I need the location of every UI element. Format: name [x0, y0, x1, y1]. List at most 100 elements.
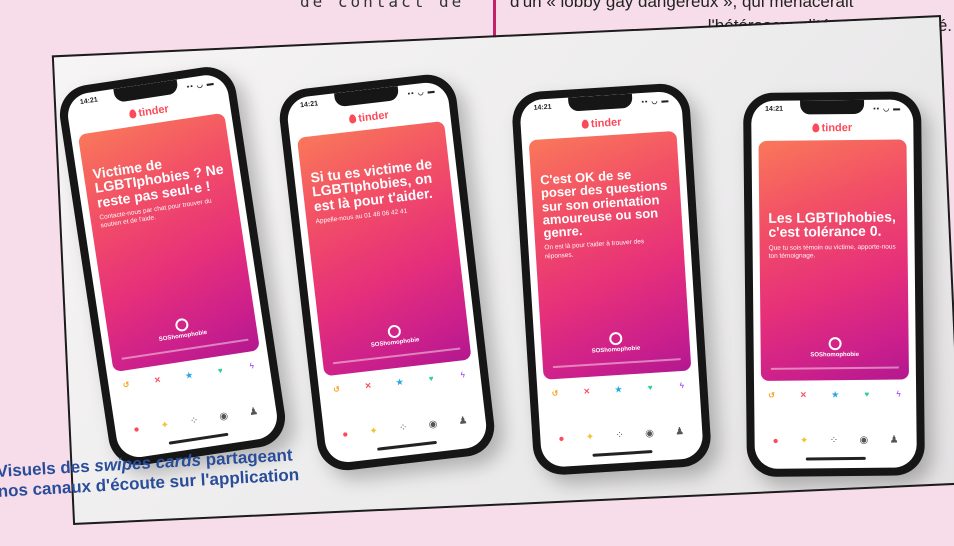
tab-home-icon[interactable]: ●	[133, 424, 141, 436]
superlike-icon[interactable]: ★	[180, 366, 198, 384]
brand-name: tinder	[357, 109, 390, 125]
tab-profile-icon[interactable]: ♟	[458, 415, 468, 427]
boost-icon[interactable]: ϟ	[891, 386, 907, 402]
status-time: 14:21	[765, 105, 784, 113]
rewind-icon[interactable]: ↺	[764, 387, 780, 403]
column-text-right-line1: d'un « lobby gay dangereux », qui menace…	[510, 0, 854, 11]
flame-icon	[581, 119, 590, 129]
tab-profile-icon[interactable]: ♟	[675, 426, 685, 438]
org-name: SOShomophobie	[370, 337, 420, 349]
nope-icon[interactable]: ✕	[578, 383, 595, 400]
signal-icon: ▪▪ ◡ ▬	[641, 97, 670, 107]
column-text-left: de contact de	[300, 0, 465, 11]
tab-grid-icon[interactable]: ⁘	[830, 435, 839, 446]
phone-notch	[113, 79, 179, 103]
swipe-card[interactable]: Victime de LGBTIphobies ? Ne reste pas s…	[77, 112, 261, 373]
tab-grid-icon[interactable]: ⁘	[399, 422, 409, 434]
org-logo-icon	[173, 317, 189, 333]
org-logo: SOShomophobie	[107, 308, 256, 351]
tab-home-icon[interactable]: ●	[342, 429, 349, 441]
like-icon[interactable]: ♥	[859, 386, 875, 402]
superlike-icon[interactable]: ★	[610, 381, 627, 398]
home-indicator	[377, 440, 438, 451]
status-time: 14:21	[299, 100, 319, 110]
home-indicator	[168, 432, 229, 445]
status-time: 14:21	[533, 103, 552, 112]
org-logo: SOShomophobie	[541, 328, 690, 358]
swipe-card[interactable]: C'est OK de se poser des questions sur s…	[528, 130, 692, 380]
tab-chat-icon[interactable]: ◉	[219, 411, 229, 423]
boost-icon[interactable]: ϟ	[243, 357, 261, 375]
card-headline: C'est OK de se poser des questions sur s…	[539, 166, 668, 241]
home-indicator	[805, 456, 866, 461]
tab-bar: ● ✦ ⁘ ◉ ♟	[558, 426, 684, 445]
action-buttons: ↺ ✕ ★ ♥ ϟ	[547, 377, 690, 402]
tab-bar: ● ✦ ⁘ ◉ ♟	[342, 415, 468, 440]
org-logo: SOShomophobie	[761, 336, 909, 359]
brand-name: tinder	[137, 103, 170, 120]
tinder-logo: tinder	[751, 121, 913, 135]
tab-home-icon[interactable]: ●	[773, 436, 779, 447]
card-footnote	[770, 366, 899, 370]
campaign-photo: 14:21 ▪▪ ◡ ▬ tinder Victime de LGBTIphobi…	[51, 15, 954, 525]
boost-icon[interactable]: ϟ	[454, 366, 472, 384]
flame-icon	[128, 108, 138, 119]
tab-grid-icon[interactable]: ⁘	[615, 430, 624, 442]
like-icon[interactable]: ♥	[422, 370, 440, 387]
swipe-card[interactable]: Si tu es victime de LGBTIphobies, on est…	[296, 120, 472, 377]
tab-explore-icon[interactable]: ✦	[369, 426, 379, 438]
tab-chat-icon[interactable]: ◉	[645, 428, 654, 440]
flame-icon	[812, 123, 820, 133]
swipe-card[interactable]: Les LGBTIphobies, c'est tolérance 0. Que…	[758, 139, 909, 381]
tab-home-icon[interactable]: ●	[558, 434, 565, 445]
card-subtext: On est là pour t'aider à trouver des rép…	[544, 238, 645, 261]
tab-explore-icon[interactable]: ✦	[160, 420, 170, 432]
org-name: SOShomophobie	[810, 351, 860, 359]
superlike-icon[interactable]: ★	[827, 387, 843, 403]
nope-icon[interactable]: ✕	[149, 371, 167, 389]
org-name: SOShomophobie	[591, 345, 641, 355]
phone-screen: 14:21 ▪▪ ◡ ▬ tinder Victime de LGBTIphobi…	[64, 72, 281, 461]
column-divider	[493, 0, 496, 40]
org-logo-icon	[608, 331, 623, 346]
boost-icon[interactable]: ϟ	[673, 377, 690, 394]
tab-explore-icon[interactable]: ✦	[585, 432, 594, 444]
phone-notch	[800, 99, 865, 115]
home-indicator	[592, 450, 653, 457]
phone-mockup-2: 14:21 ▪▪ ◡ ▬ tinder Si tu es victime de L…	[276, 71, 498, 474]
rewind-icon[interactable]: ↺	[328, 381, 345, 398]
action-buttons: ↺ ✕ ★ ♥ ϟ	[764, 386, 907, 403]
nope-icon[interactable]: ✕	[795, 387, 811, 403]
flame-icon	[348, 113, 357, 124]
signal-icon: ▪▪ ◡ ▬	[186, 79, 216, 91]
phone-mockup-3: 14:21 ▪▪ ◡ ▬ tinder C'est OK de se poser …	[510, 82, 713, 477]
superlike-icon[interactable]: ★	[391, 373, 409, 391]
phone-mockup-1: 14:21 ▪▪ ◡ ▬ tinder Victime de LGBTIphobi…	[55, 63, 290, 470]
org-name: SOShomophobie	[158, 329, 208, 343]
status-time: 14:21	[79, 96, 99, 107]
tab-chat-icon[interactable]: ◉	[428, 419, 438, 431]
tab-bar: ● ✦ ⁘ ◉ ♟	[773, 435, 899, 447]
org-logo-icon	[386, 324, 402, 339]
phone-screen: 14:21 ▪▪ ◡ ▬ tinder C'est OK de se poser …	[519, 90, 704, 468]
tab-profile-icon[interactable]: ♟	[248, 406, 259, 418]
tab-bar: ● ✦ ⁘ ◉ ♟	[133, 406, 259, 436]
card-subtext: Que tu sois témoin ou victime, apporte-n…	[768, 243, 896, 260]
brand-name: tinder	[821, 121, 853, 135]
brand-name: tinder	[590, 116, 622, 131]
like-icon[interactable]: ♥	[642, 379, 659, 396]
tab-chat-icon[interactable]: ◉	[859, 435, 868, 446]
nope-icon[interactable]: ✕	[359, 377, 377, 395]
signal-icon: ▪▪ ◡ ▬	[873, 105, 902, 113]
card-footnote	[552, 358, 681, 369]
phone-mockup-4: 14:21 ▪▪ ◡ ▬ tinder Les LGBTIphobies, c'e…	[742, 91, 925, 478]
rewind-icon[interactable]: ↺	[547, 385, 564, 402]
rewind-icon[interactable]: ↺	[117, 376, 135, 394]
tab-explore-icon[interactable]: ✦	[800, 435, 809, 446]
phone-screen: 14:21 ▪▪ ◡ ▬ tinder Si tu es victime de L…	[285, 80, 489, 465]
tab-grid-icon[interactable]: ⁘	[189, 415, 199, 427]
tab-profile-icon[interactable]: ♟	[890, 435, 899, 446]
like-icon[interactable]: ♥	[211, 362, 229, 380]
phone-screen: 14:21 ▪▪ ◡ ▬ tinder Les LGBTIphobies, c'e…	[751, 99, 917, 470]
card-headline: Les LGBTIphobies, c'est tolérance 0.	[768, 208, 896, 241]
